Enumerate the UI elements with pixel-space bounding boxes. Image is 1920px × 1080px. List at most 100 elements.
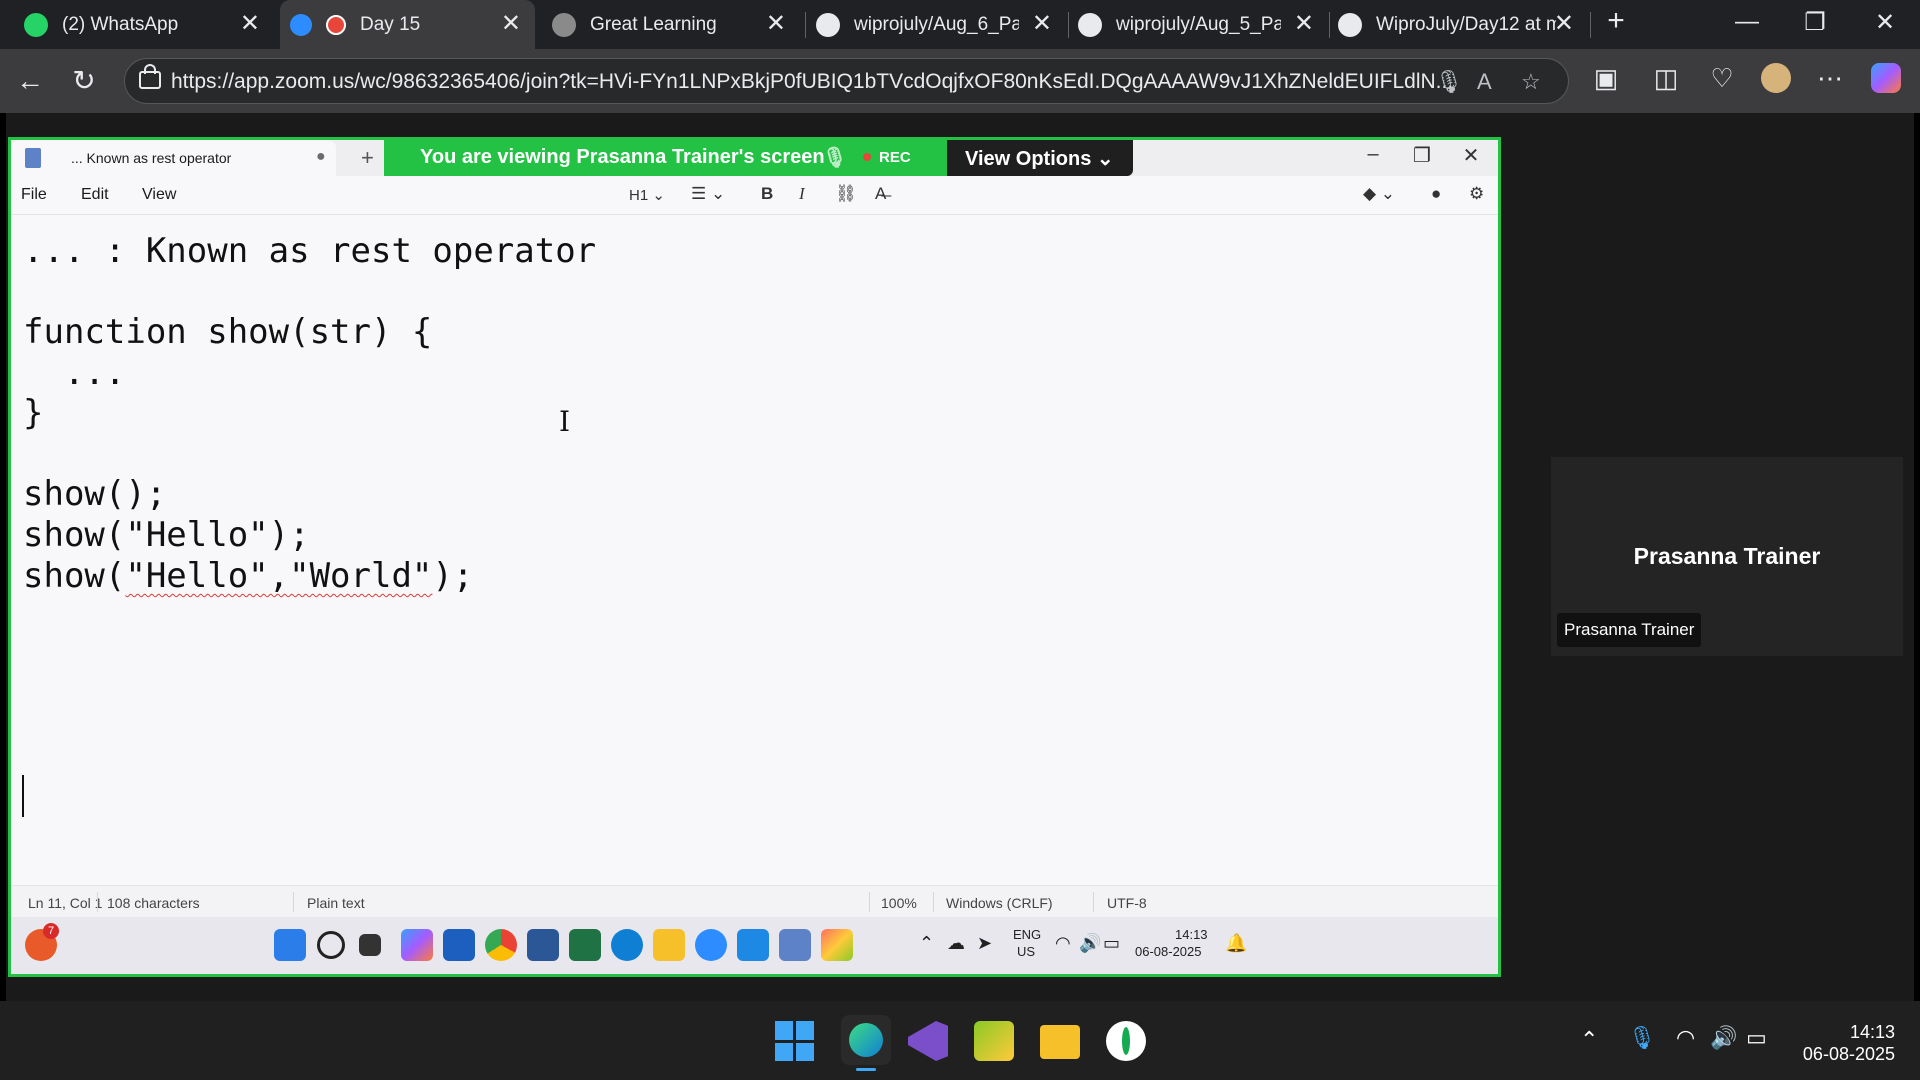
encoding[interactable]: UTF-8 <box>1107 895 1147 911</box>
notepad-menu-bar: File Edit View H1 ⌄ ☰ ⌄ B I ⛓ A̶ ◆ ⌄ ● ⚙ <box>11 176 1498 215</box>
tab-github-day12[interactable]: WiproJuly/Day12 at m ✕ <box>1338 0 1588 49</box>
tab-day-15[interactable]: Day 15 ✕ <box>280 0 535 49</box>
close-tab-icon[interactable]: ✕ <box>1554 12 1574 36</box>
remote-clock-time[interactable]: 14:13 <box>1175 927 1208 942</box>
clear-formatting-icon[interactable]: A̶ <box>875 184 886 204</box>
settings-gear-icon[interactable]: ⚙ <box>1469 184 1484 204</box>
snipping-tool-icon[interactable] <box>821 929 853 961</box>
code-text: show( <box>23 556 126 596</box>
format-mode[interactable]: Plain text <box>307 895 365 911</box>
zoom-level[interactable]: 100% <box>881 895 917 911</box>
link-icon[interactable]: ⛓ <box>835 184 857 204</box>
list-dropdown-icon[interactable]: ☰ ⌄ <box>691 184 725 204</box>
heading-dropdown[interactable]: H1 ⌄ <box>629 186 665 204</box>
volume-icon[interactable]: 🔊 <box>1079 933 1101 954</box>
italic-icon[interactable]: I <box>799 184 805 204</box>
character-count: 108 characters <box>107 895 200 911</box>
tab-github-aug6[interactable]: wiprojuly/Aug_6_Part ✕ <box>816 0 1066 49</box>
system-clock[interactable]: 14:13 06-08-2025 <box>1795 1021 1895 1065</box>
mongodb-icon[interactable] <box>1106 1021 1146 1061</box>
copilot-icon[interactable] <box>1866 63 1906 100</box>
status-separator <box>933 892 934 912</box>
wifi-icon[interactable]: ◠ <box>1055 933 1071 954</box>
notepad-tab[interactable]: ... Known as rest operator ● <box>11 140 336 176</box>
code-line-5: show(); <box>23 474 167 514</box>
battery-icon[interactable]: ▭ <box>1746 1025 1767 1051</box>
visual-studio-icon[interactable] <box>908 1021 948 1061</box>
tab-github-aug5[interactable]: wiprojuly/Aug_5_Part ✕ <box>1078 0 1328 49</box>
show-hidden-icons-icon[interactable]: ⌃ <box>919 933 934 954</box>
close-window-button[interactable]: ✕ <box>1862 8 1908 37</box>
edge-icon[interactable] <box>611 929 643 961</box>
back-button[interactable]: ← <box>10 63 50 99</box>
vscode-icon[interactable] <box>737 929 769 961</box>
file-explorer-icon[interactable] <box>653 929 685 961</box>
excel-icon[interactable] <box>569 929 601 961</box>
notepad-minimize-button[interactable]: – <box>1353 143 1393 166</box>
menu-view[interactable]: View <box>142 186 176 204</box>
search-icon[interactable] <box>317 931 345 959</box>
read-aloud-icon[interactable]: A <box>1477 69 1492 95</box>
unsaved-dot-icon[interactable]: ● <box>316 148 326 166</box>
menu-edit[interactable]: Edit <box>81 186 109 204</box>
store-icon[interactable] <box>443 929 475 961</box>
language-bottom[interactable]: US <box>1017 944 1035 959</box>
show-hidden-icons-icon[interactable]: ⌃ <box>1580 1027 1598 1053</box>
favorite-star-icon[interactable]: ☆ <box>1521 69 1541 95</box>
file-explorer-icon[interactable] <box>1040 1025 1080 1059</box>
bold-icon[interactable]: B <box>761 184 773 204</box>
address-bar[interactable]: https://app.zoom.us/wc/98632365406/join?… <box>124 58 1569 104</box>
microphone-icon[interactable]: 🎙 <box>1435 69 1463 95</box>
chrome-icon[interactable] <box>485 929 517 961</box>
start-icon[interactable] <box>274 929 306 961</box>
new-tab-button[interactable]: + <box>1593 4 1639 38</box>
snipping-tool-icon[interactable] <box>974 1021 1014 1061</box>
close-tab-icon[interactable]: ✕ <box>501 12 521 36</box>
word-icon[interactable] <box>527 929 559 961</box>
edge-taskbar-icon[interactable] <box>841 1015 891 1071</box>
minimize-button[interactable]: — <box>1724 8 1770 36</box>
copilot-icon[interactable] <box>401 929 433 961</box>
account-icon[interactable]: ● <box>1431 184 1441 204</box>
view-options-label: View Options ⌄ <box>965 146 1114 171</box>
start-button-icon[interactable] <box>775 1021 815 1061</box>
menu-file[interactable]: File <box>21 186 47 204</box>
wifi-icon[interactable]: ◠ <box>1676 1025 1695 1051</box>
notepad-app-icon[interactable] <box>779 929 811 961</box>
status-separator <box>869 892 870 912</box>
onedrive-icon[interactable]: ☁ <box>947 933 965 954</box>
browser-essentials-icon[interactable]: ♡ <box>1702 63 1742 94</box>
status-separator <box>293 892 294 912</box>
profile-avatar-icon[interactable] <box>1756 63 1796 100</box>
new-tab-icon[interactable]: + <box>361 145 374 171</box>
reload-button[interactable]: ↻ <box>64 63 104 99</box>
close-tab-icon[interactable]: ✕ <box>766 12 786 36</box>
remote-clock-date[interactable]: 06-08-2025 <box>1135 944 1202 959</box>
view-options-button[interactable]: View Options ⌄ <box>947 140 1133 176</box>
restore-button[interactable]: ❐ <box>1792 8 1838 37</box>
battery-icon[interactable]: ▭ <box>1103 933 1120 954</box>
location-icon[interactable]: ➤ <box>977 933 992 954</box>
tab-whatsapp[interactable]: (2) WhatsApp ✕ <box>24 0 274 49</box>
extension-icon[interactable]: ▣ <box>1586 63 1626 94</box>
notepad-maximize-button[interactable]: ❐ <box>1402 143 1442 168</box>
notepad-close-button[interactable]: ✕ <box>1451 143 1491 168</box>
language-top[interactable]: ENG <box>1013 927 1041 942</box>
notepad-editor[interactable]: ... : Known as rest operator function sh… <box>11 215 1498 885</box>
microphone-icon[interactable]: 🎙 <box>1628 1025 1656 1051</box>
split-screen-icon[interactable]: ◫ <box>1646 63 1686 94</box>
chevron-down-icon: ⌄ <box>1096 148 1114 170</box>
zoom-icon[interactable] <box>695 929 727 961</box>
volume-icon[interactable]: 🔊 <box>1710 1025 1737 1051</box>
task-view-icon[interactable] <box>359 934 381 956</box>
close-tab-icon[interactable]: ✕ <box>1294 12 1314 36</box>
more-menu-icon[interactable]: ⋯ <box>1810 63 1850 94</box>
zoom-icon <box>290 13 312 36</box>
notification-bell-icon[interactable]: 🔔 <box>1225 933 1247 954</box>
close-tab-icon[interactable]: ✕ <box>1032 12 1052 36</box>
tab-great-learning[interactable]: Great Learning ✕ <box>552 0 800 49</box>
participant-video-tile[interactable]: Prasanna Trainer Prasanna Trainer <box>1551 457 1903 656</box>
copilot-dropdown-icon[interactable]: ◆ ⌄ <box>1363 184 1395 204</box>
line-ending[interactable]: Windows (CRLF) <box>946 895 1053 911</box>
close-tab-icon[interactable]: ✕ <box>240 12 260 36</box>
